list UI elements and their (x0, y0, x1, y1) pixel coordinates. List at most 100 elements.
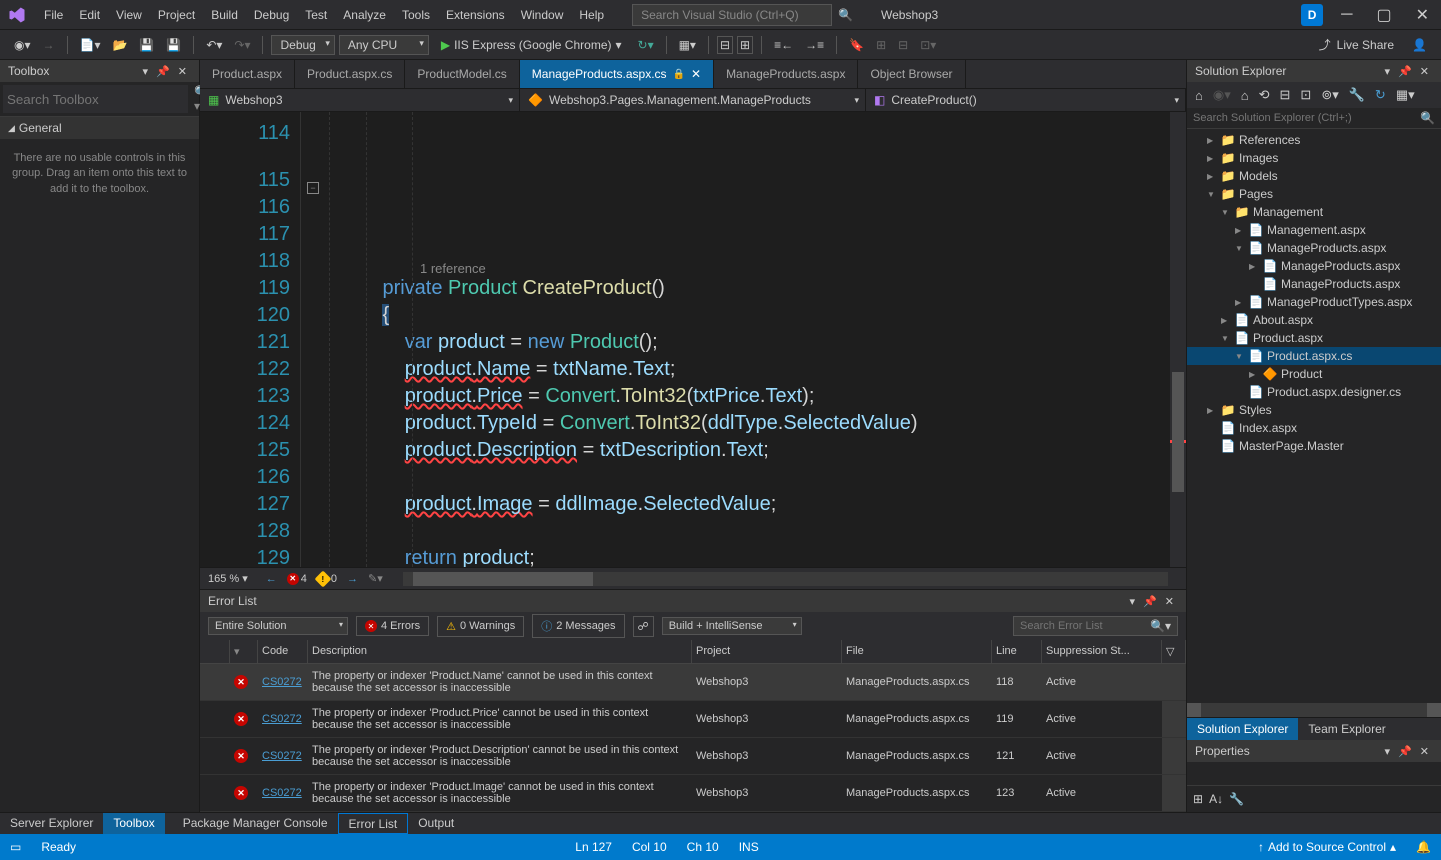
menu-help[interactable]: Help (571, 4, 612, 26)
error-code-link[interactable]: CS0272 (258, 664, 308, 701)
indent-button-1[interactable]: ⊟ (717, 36, 733, 54)
expand-icon[interactable]: ▶ (1207, 136, 1217, 145)
forward-button[interactable]: → (39, 36, 59, 54)
error-column-header[interactable]: ▾ (230, 640, 258, 664)
menu-extensions[interactable]: Extensions (438, 4, 513, 26)
error-code-link[interactable]: CS0272 (258, 775, 308, 812)
undo-button[interactable]: ↶▾ (202, 36, 226, 54)
toolbox-dropdown-icon[interactable]: ▾ (139, 65, 153, 78)
source-control-button[interactable]: ↑ Add to Source Control ▴ (1258, 840, 1396, 854)
tree-item[interactable]: ▶📁References (1187, 131, 1441, 149)
code-line[interactable] (330, 464, 1170, 491)
error-column-header[interactable] (200, 640, 230, 664)
expand-icon[interactable]: ▶ (1235, 226, 1245, 235)
new-project-button[interactable]: 📄▾ (76, 36, 105, 54)
code-line[interactable]: { (330, 302, 1170, 329)
nav-class-dropdown[interactable]: 🔶 Webshop3.Pages.Management.ManageProduc… (520, 89, 866, 111)
indent-button[interactable]: →≡ (801, 36, 828, 54)
fold-toggle[interactable]: − (307, 182, 319, 194)
view-button[interactable]: ▦▾ (1394, 85, 1417, 105)
sync-button[interactable]: ⌂ (1239, 86, 1251, 105)
dropdown-icon[interactable]: ▾ (1381, 745, 1395, 758)
error-count-badge[interactable]: ✕4 (287, 573, 307, 585)
back-button[interactable]: ◉▾ (1211, 85, 1233, 105)
expand-icon[interactable]: ▶ (1235, 298, 1245, 307)
preview-button[interactable]: 🔧 (1347, 85, 1367, 105)
nav-back-button[interactable]: ← (266, 573, 277, 585)
expand-icon[interactable]: ▼ (1235, 352, 1245, 361)
comment-button[interactable]: ⊞ (872, 36, 890, 54)
maximize-button[interactable]: ▢ (1370, 5, 1397, 25)
redo-button[interactable]: ↷▾ (230, 36, 254, 54)
close-icon[interactable]: ✕ (174, 65, 191, 78)
menu-window[interactable]: Window (513, 4, 572, 26)
alphabetical-button[interactable]: A↓ (1209, 792, 1223, 806)
tree-item[interactable]: ▼📄Product.aspx (1187, 329, 1441, 347)
editor-tab[interactable]: ManageProducts.aspx (714, 60, 858, 88)
search-icon[interactable]: 🔍 (1420, 111, 1435, 125)
live-share-button[interactable]: ⤴ Live Share (1319, 36, 1394, 53)
error-column-header[interactable]: File (842, 640, 992, 664)
expand-icon[interactable]: ▶ (1207, 154, 1217, 163)
menu-debug[interactable]: Debug (246, 4, 297, 26)
tree-item[interactable]: 📄ManageProducts.aspx (1187, 275, 1441, 293)
run-button[interactable]: ▶ IIS Express (Google Chrome) ▾ (433, 36, 630, 54)
build-filter-dropdown[interactable]: Build + IntelliSense (662, 617, 802, 635)
editor-tab[interactable]: Product.aspx (200, 60, 295, 88)
code-line[interactable]: product.Name = txtName.Text; (330, 356, 1170, 383)
wrench-button[interactable]: 🔧 (1229, 792, 1244, 806)
dropdown-icon[interactable]: ▾ (1381, 65, 1395, 78)
tree-item[interactable]: ▼📄Product.aspx.cs (1187, 347, 1441, 365)
filter-button[interactable]: ⊚▾ (1319, 85, 1340, 105)
error-column-header[interactable]: Suppression St... (1042, 640, 1162, 664)
solution-search[interactable]: 🔍 (1187, 108, 1441, 129)
filter-button[interactable]: ☍ (633, 616, 654, 637)
solution-search-input[interactable] (1193, 112, 1420, 124)
menu-analyze[interactable]: Analyze (335, 4, 394, 26)
close-icon[interactable]: ✕ (1416, 745, 1433, 758)
tree-item[interactable]: ▶📁Models (1187, 167, 1441, 185)
menu-view[interactable]: View (108, 4, 150, 26)
toolbox-search[interactable]: 🔍▾ (0, 82, 199, 117)
browser-link-button[interactable]: ↻▾ (634, 36, 658, 54)
error-scope-dropdown[interactable]: Entire Solution (208, 617, 348, 635)
tree-item[interactable]: 📄MasterPage.Master (1187, 437, 1441, 455)
error-code-link[interactable]: CS0272 (258, 738, 308, 775)
solution-tab[interactable]: Solution Explorer (1187, 718, 1298, 740)
code-line[interactable]: product.Price = Convert.ToInt32(txtPrice… (330, 383, 1170, 410)
notifications-icon[interactable]: 🔔 (1416, 840, 1431, 854)
open-button[interactable]: 📂 (108, 36, 131, 54)
tree-item[interactable]: ▶📁Images (1187, 149, 1441, 167)
expand-icon[interactable]: ▶ (1249, 262, 1259, 271)
expand-icon[interactable]: ▶ (1249, 370, 1259, 379)
tree-item[interactable]: ▶🔶Product (1187, 365, 1441, 383)
menu-file[interactable]: File (36, 4, 71, 26)
outdent-button[interactable]: ≡← (770, 36, 797, 54)
toolbar-button-1[interactable]: ▦▾ (675, 36, 700, 54)
properties-button[interactable]: ↻ (1373, 85, 1388, 105)
warnings-filter-button[interactable]: ⚠0 Warnings (437, 616, 524, 637)
platform-dropdown[interactable]: Any CPU (339, 35, 429, 55)
solution-tree[interactable]: ▶📁References▶📁Images▶📁Models▼📁Pages▼📁Man… (1187, 129, 1441, 703)
editor-tab[interactable]: ProductModel.cs (405, 60, 519, 88)
tree-item[interactable]: ▶📁Styles (1187, 401, 1441, 419)
tree-item[interactable]: ▶📄Management.aspx (1187, 221, 1441, 239)
close-tab-icon[interactable]: ✕ (691, 67, 701, 81)
dropdown-icon[interactable]: ▾ (1126, 595, 1140, 608)
error-column-header[interactable]: Line (992, 640, 1042, 664)
expand-icon[interactable]: ▶ (1221, 316, 1231, 325)
warning-count-badge[interactable]: !0 (317, 573, 337, 585)
save-button[interactable]: 💾 (135, 36, 158, 54)
toolbox-group-general[interactable]: ◢ General (0, 117, 199, 139)
code-line[interactable] (330, 518, 1170, 545)
code-line[interactable]: product.Description = txtDescription.Tex… (330, 437, 1170, 464)
code-line[interactable] (330, 228, 1170, 255)
search-icon[interactable]: 🔍 (838, 8, 853, 22)
nav-method-dropdown[interactable]: ◧ CreateProduct() (866, 89, 1186, 111)
tree-item[interactable]: ▶📄ManageProductTypes.aspx (1187, 293, 1441, 311)
menu-tools[interactable]: Tools (394, 4, 438, 26)
indent-button-2[interactable]: ⊞ (737, 36, 753, 54)
menu-project[interactable]: Project (150, 4, 203, 26)
bottom-panel-tab[interactable]: Output (408, 813, 464, 834)
save-all-button[interactable]: 💾 (162, 36, 185, 54)
